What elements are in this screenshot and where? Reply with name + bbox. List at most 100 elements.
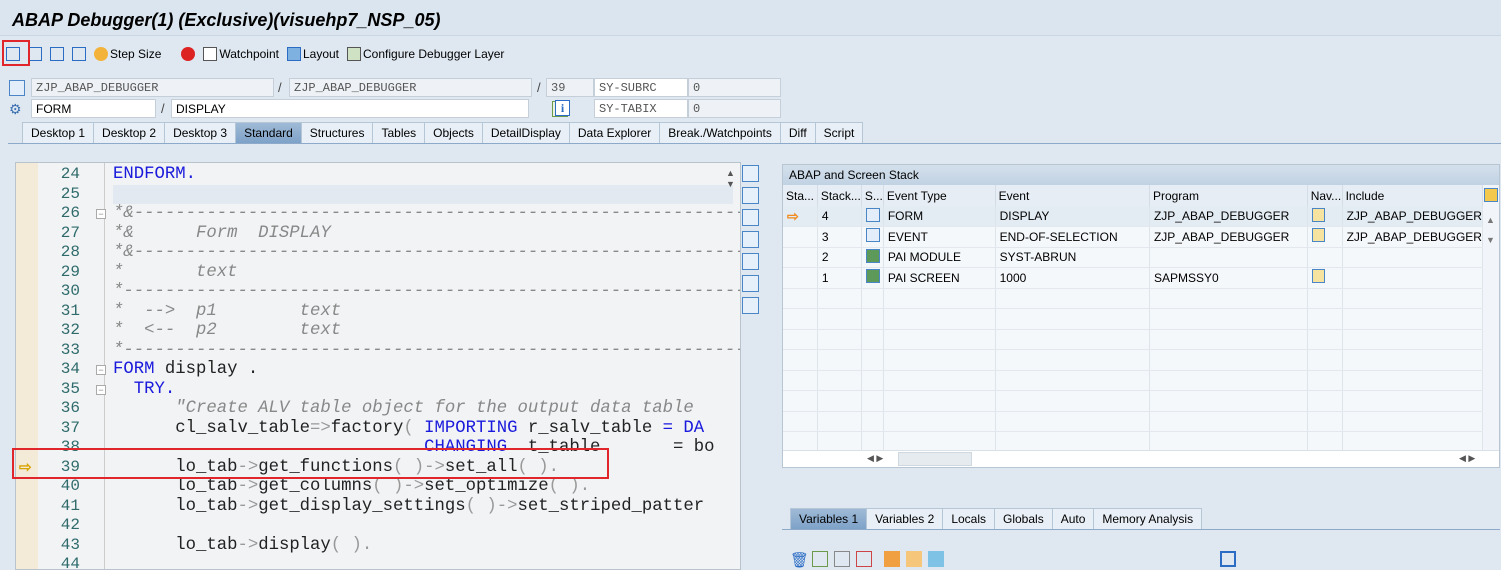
code-line[interactable]: lo_tab->display( ). — [113, 536, 372, 556]
tab-standard[interactable]: Standard — [235, 122, 302, 143]
tool-settings-icon[interactable] — [742, 297, 759, 314]
code-line[interactable]: *---------------------------------------… — [113, 282, 740, 302]
navigate-icon[interactable] — [1311, 207, 1325, 222]
code-token: ( — [403, 418, 425, 438]
toolbar-button-execute[interactable] — [26, 45, 44, 63]
column-header-5[interactable]: Program — [1149, 185, 1308, 206]
compare-icon[interactable] — [884, 551, 900, 567]
code-token: TRY. — [113, 379, 176, 399]
column-header-7[interactable]: Include — [1342, 185, 1484, 206]
stack-row[interactable]: 3 EVENT END-OF-SELECTION ZJP_ABAP_DEBUGGER Z… — [783, 226, 1484, 248]
column-header-4[interactable]: Event — [995, 185, 1150, 206]
code-line[interactable]: * text — [113, 263, 237, 283]
tab-objects[interactable]: Objects — [424, 122, 483, 143]
delete-row-icon[interactable] — [856, 551, 872, 567]
insert-row-icon[interactable] — [812, 551, 828, 567]
toolbar-button-stop[interactable] — [179, 45, 197, 63]
filter-icon[interactable] — [928, 551, 944, 567]
tab-break-watchpoints[interactable]: Break./Watchpoints — [659, 122, 781, 143]
code-line[interactable]: FORM display . — [113, 360, 258, 380]
resize-icon[interactable] — [742, 253, 759, 270]
tab-structures[interactable]: Structures — [300, 122, 374, 143]
stack-level: 3 — [817, 226, 862, 248]
code-line[interactable]: TRY. — [113, 379, 176, 400]
maximize-icon[interactable] — [742, 231, 759, 248]
column-header-2[interactable]: S... — [861, 185, 884, 206]
services-icon[interactable] — [742, 275, 759, 292]
tab-diff[interactable]: Diff — [779, 122, 816, 143]
column-header-1[interactable]: Stack... — [817, 185, 862, 206]
code-line[interactable]: * <-- p2 text — [113, 321, 341, 341]
code-line[interactable]: cl_salv_table=>factory( IMPORTING r_salv… — [113, 419, 704, 439]
stack-row[interactable]: ⇨ 4 FORM DISPLAY ZJP_ABAP_DEBUGGER ZJP_ABAP_D… — [783, 206, 1484, 227]
code-line[interactable]: "Create ALV table object for the output … — [113, 399, 694, 419]
code-line[interactable]: ENDFORM. — [113, 165, 196, 185]
code-token: cl_salv_table — [113, 418, 311, 438]
empty-cell — [1307, 370, 1343, 391]
fold-toggle[interactable]: − — [96, 209, 106, 219]
nav-cell[interactable] — [1307, 267, 1343, 289]
code-line[interactable]: * --> p1 text — [113, 302, 341, 322]
column-header-0[interactable]: Sta... — [783, 185, 818, 206]
append-row-icon[interactable] — [834, 551, 850, 567]
tab-tables[interactable]: Tables — [372, 122, 426, 143]
toolbar-button-step-size[interactable]: Step Size — [92, 45, 163, 63]
info-icon[interactable]: i — [555, 100, 570, 116]
code-line[interactable] — [113, 184, 733, 204]
tab-memory-analysis[interactable]: Memory Analysis — [1093, 508, 1203, 529]
code-line[interactable]: *&--------------------------------------… — [113, 204, 740, 224]
horizontal-scrollbar[interactable]: ◀ ▶ ◀ ▶ — [783, 450, 1499, 467]
save-icon[interactable] — [1220, 551, 1236, 567]
code-scrollbar[interactable]: ▲ ▼ — [726, 168, 739, 190]
navigate-icon[interactable] — [1311, 269, 1325, 284]
fold-toggle[interactable]: − — [96, 365, 106, 375]
column-header-3[interactable]: Event Type — [883, 185, 996, 206]
tab-desktop-1[interactable]: Desktop 1 — [22, 122, 95, 143]
separator: / — [278, 80, 282, 95]
stack-event-type: PAI MODULE — [883, 247, 996, 268]
code-line[interactable]: lo_tab->get_display_settings( )->set_str… — [113, 497, 704, 517]
stack-row[interactable]: 1 PAI SCREEN 1000 SAPMSSY0 — [783, 267, 1484, 289]
toolbar-button-continue[interactable] — [70, 45, 88, 63]
tab-desktop-3[interactable]: Desktop 3 — [164, 122, 237, 143]
tab-data-explorer[interactable]: Data Explorer — [568, 122, 661, 143]
code-line[interactable]: *&--------------------------------------… — [113, 243, 740, 263]
navigate-icon[interactable] — [1311, 228, 1325, 243]
tab-auto[interactable]: Auto — [1051, 508, 1095, 529]
tab-detaildisplay[interactable]: DetailDisplay — [481, 122, 570, 143]
vertical-scrollbar[interactable]: ▲ ▼ — [1486, 210, 1495, 250]
column-header-6[interactable]: Nav... — [1307, 185, 1343, 206]
code-token: ( ). — [548, 477, 591, 496]
toolbar-button-layout[interactable]: Layout — [285, 45, 341, 63]
code-line[interactable]: *& Form DISPLAY — [113, 224, 331, 244]
toolbar-button-return[interactable] — [48, 45, 66, 63]
nav-cell[interactable] — [1307, 247, 1343, 268]
var-tab-divider — [782, 529, 1500, 530]
type-icon-cell — [861, 206, 884, 227]
nav-cell[interactable] — [1307, 226, 1343, 248]
toolbar-button-watchpoint[interactable]: Watchpoint — [201, 45, 281, 63]
source-code-editor[interactable]: 24 ENDFORM. 25 26 *&------------------------… — [15, 162, 741, 570]
transfer-icon[interactable] — [906, 551, 922, 567]
delete-icon[interactable]: 🗑 — [790, 551, 809, 569]
new-tool-icon[interactable] — [742, 187, 759, 204]
toolbar-button-configure-debugger-layer[interactable]: Configure Debugger Layer — [345, 45, 506, 63]
type-icon-cell — [861, 267, 884, 289]
tab-globals[interactable]: Globals — [994, 508, 1053, 529]
column-settings-icon[interactable] — [1484, 188, 1498, 202]
tab-variables-1[interactable]: Variables 1 — [790, 508, 868, 529]
stack-row[interactable]: 2 PAI MODULE SYST-ABRUN — [783, 247, 1484, 268]
code-line[interactable]: lo_tab->get_columns( )->set_optimize( ). — [113, 477, 590, 497]
swap-tool-icon[interactable] — [742, 209, 759, 226]
tab-locals[interactable]: Locals — [942, 508, 995, 529]
close-icon[interactable] — [742, 165, 759, 182]
tab-desktop-2[interactable]: Desktop 2 — [93, 122, 166, 143]
tab-script[interactable]: Script — [814, 122, 864, 143]
breakpoint-gutter[interactable] — [16, 163, 38, 569]
code-line[interactable]: *---------------------------------------… — [113, 341, 740, 361]
tab-variables-2[interactable]: Variables 2 — [866, 508, 944, 529]
nav-cell[interactable] — [1307, 206, 1343, 227]
window-title: ABAP Debugger(1) (Exclusive)(visuehp7_NS… — [0, 0, 1501, 36]
fold-toggle[interactable]: − — [96, 384, 106, 395]
code-token: *---------------------------------------… — [113, 282, 740, 301]
